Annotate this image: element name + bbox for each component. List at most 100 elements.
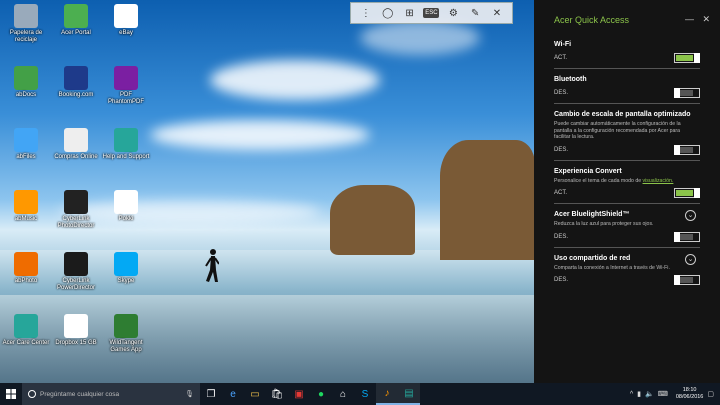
desktop-icon[interactable]: abDocs [2, 66, 50, 99]
media-app-icon[interactable]: ♪ [376, 383, 398, 405]
divider [554, 68, 700, 69]
desktop-icon-label: abDocs [15, 92, 37, 98]
setting-toggle[interactable] [674, 275, 700, 285]
abfiles-icon [14, 128, 38, 152]
desktop-icon[interactable]: eBay [102, 4, 150, 37]
desktop-icon[interactable]: Booking.com [52, 66, 100, 99]
office-icon[interactable]: ▣ [288, 383, 310, 405]
drag-handle-icon[interactable]: ⋮ [358, 8, 374, 19]
desktop-icon[interactable]: Dropbox 15 GB [52, 314, 100, 347]
skype-icon [114, 252, 138, 276]
clock-time: 18:10 [682, 387, 697, 393]
recycle-bin-icon [14, 4, 38, 28]
volume-icon[interactable]: 🔈 [645, 390, 654, 398]
desktop-icon[interactable]: CyberLink PowerDirector [52, 252, 100, 292]
desktop-icon-label: CyberLink PhotoDirector [57, 216, 95, 229]
clock-date: 08/06/2016 [675, 394, 704, 400]
keyboard-icon[interactable]: ⌨ [658, 390, 668, 398]
file-explorer-icon[interactable]: ▭ [244, 383, 266, 405]
chevron-up-icon[interactable]: ^ [630, 391, 633, 398]
desktop-icon-label: eBay [119, 30, 133, 36]
cortana-search-box[interactable]: Pregúntame cualquier cosa 🎙 [22, 383, 200, 405]
quick-access-taskbar-icon[interactable]: ▤ [398, 383, 420, 405]
visualization-link[interactable]: visualización. [643, 178, 674, 184]
desktop-icon[interactable]: PDF PhantomPDF [102, 66, 150, 106]
settings-list: Wi-Fi ACT. Bluetooth DES. Cambio de escala d… [534, 40, 720, 285]
setting-toggle[interactable] [674, 144, 700, 155]
desktop-icon[interactable]: WildTangent Games App [102, 314, 150, 354]
setting-toggle[interactable] [674, 188, 700, 198]
desktop-icon[interactable]: abMusic [2, 190, 50, 223]
skype-taskbar-icon[interactable]: S [354, 383, 376, 405]
setting-item: Experiencia Convert Personalice el tema d… [534, 167, 720, 198]
chevron-down-icon[interactable]: ⌄ [685, 210, 696, 221]
start-button[interactable] [0, 383, 22, 405]
edit-icon[interactable]: ✎ [467, 8, 483, 19]
microphone-icon[interactable]: 🎙 [185, 390, 194, 398]
network-icon[interactable]: ▮ [637, 390, 641, 398]
setting-description-text: Puede cambiar automáticamente la configu… [554, 121, 681, 140]
setting-state: DES. [554, 90, 569, 96]
desktop-icon[interactable]: Skype [102, 252, 150, 285]
desktop-icon-label: Pokki [118, 216, 134, 222]
system-tray: ^ ▮ 🔈 ⌨ 18:10 08/06/2016 ▢ [630, 387, 720, 401]
setting-toggle[interactable] [674, 88, 700, 98]
desktop-icon[interactable]: Acer Care Center [2, 314, 50, 347]
close-icon[interactable]: ✕ [702, 14, 710, 25]
desktop-icon[interactable]: Compras Online [52, 128, 100, 161]
pokki-icon [114, 190, 138, 214]
gear-icon[interactable]: ⚙ [445, 8, 461, 19]
setting-item: Acer BluelightShield™ ⌄ Reduzca la luz azu… [534, 210, 720, 242]
close-icon[interactable]: ✕ [489, 8, 505, 19]
spotify-icon[interactable]: ● [310, 383, 332, 405]
rock-formation [330, 185, 415, 255]
cloud [150, 120, 370, 150]
pdf-icon [114, 66, 138, 90]
setting-description: Puede cambiar automáticamente la configu… [554, 121, 694, 141]
toggle-knob [674, 88, 680, 98]
desktop-icon[interactable]: Help and Support [102, 128, 150, 161]
cortana-icon [28, 390, 36, 398]
desktop-icon[interactable]: abFiles [2, 128, 50, 161]
setting-row: ACT. [554, 188, 700, 198]
acer-store-icon [64, 128, 88, 152]
setting-item: Cambio de escala de pantalla optimizado P… [534, 110, 720, 155]
notifications-icon[interactable]: ▢ [707, 390, 714, 398]
photodirector-icon [64, 190, 88, 214]
panel-header: Acer Quick Access — ✕ [534, 0, 720, 40]
desktop-icon[interactable]: Pokki [102, 190, 150, 223]
setting-toggle[interactable] [674, 53, 700, 63]
desktop-icon[interactable]: Acer Portal [52, 4, 100, 37]
setting-title: Experiencia Convert [554, 167, 622, 175]
taskbar-clock[interactable]: 18:10 08/06/2016 [676, 387, 704, 401]
chevron-down-icon[interactable]: ⌄ [685, 253, 696, 265]
desktop-icon[interactable]: CyberLink PhotoDirector [52, 190, 100, 230]
desktop-icon-label: Booking.com [58, 92, 94, 98]
divider [554, 159, 700, 161]
minimize-icon[interactable]: — [685, 14, 694, 24]
edge-icon[interactable]: e [222, 383, 244, 405]
setting-description: Reduzca la luz azul para proteger sus oj… [554, 221, 694, 228]
setting-state: DES. [554, 277, 569, 283]
esc-button[interactable]: ESC [423, 8, 440, 18]
setting-description: Comparta la conexión a Internet a través… [554, 265, 694, 272]
circle-icon[interactable]: ◯ [380, 8, 396, 19]
setting-description-text: Reduzca la luz azul para proteger sus oj… [554, 221, 654, 227]
cloud [360, 20, 480, 55]
setting-toggle[interactable] [674, 231, 700, 242]
desktop-icon-label: Skype [117, 278, 135, 284]
powerdirector-icon [64, 252, 88, 276]
abdocs-icon [14, 66, 38, 90]
home-icon[interactable]: ⌂ [332, 383, 354, 405]
setting-state: DES. [554, 146, 569, 153]
desktop-icon-label: Papelera de reciclaje [9, 30, 43, 43]
divider [554, 103, 700, 104]
windows-logo-icon [6, 389, 16, 399]
grid-icon[interactable]: ⊞ [402, 8, 418, 19]
task-view-icon[interactable]: ❐ [200, 383, 222, 405]
store-icon[interactable]: 🛍 [266, 383, 288, 405]
setting-state: ACT. [554, 190, 568, 196]
setting-title: Wi-Fi [554, 41, 572, 48]
desktop-icon[interactable]: abPhoto [2, 252, 50, 285]
desktop-icon[interactable]: Papelera de reciclaje [2, 4, 50, 44]
